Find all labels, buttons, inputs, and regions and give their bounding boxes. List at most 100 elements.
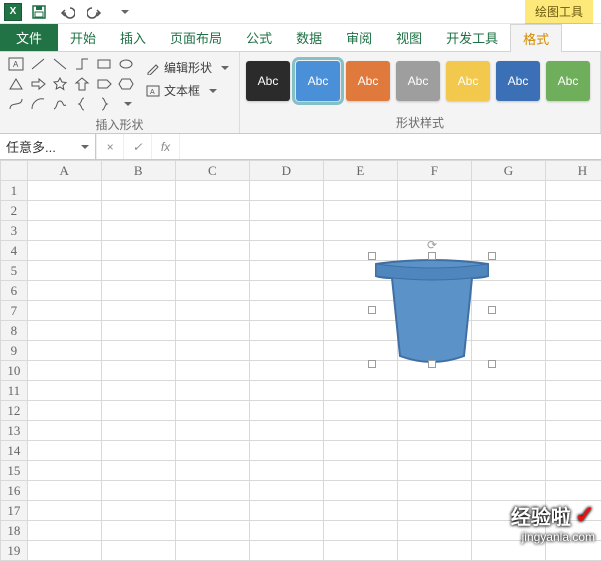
cell[interactable]	[545, 201, 601, 221]
style-swatch-4[interactable]: Abc	[396, 61, 440, 101]
cell[interactable]	[397, 461, 471, 481]
cell[interactable]	[249, 461, 323, 481]
shape-star-icon[interactable]	[50, 75, 70, 93]
tab-formulas[interactable]: 公式	[234, 24, 284, 51]
cell[interactable]	[27, 381, 101, 401]
cell[interactable]	[545, 381, 601, 401]
row-header[interactable]: 17	[1, 501, 28, 521]
cell[interactable]	[249, 261, 323, 281]
cell[interactable]	[323, 201, 397, 221]
cell[interactable]	[101, 241, 175, 261]
cell[interactable]	[397, 521, 471, 541]
cell[interactable]	[545, 301, 601, 321]
shape-arrow-right-icon[interactable]	[28, 75, 48, 93]
row-header[interactable]: 1	[1, 181, 28, 201]
cell[interactable]	[471, 201, 545, 221]
cell[interactable]	[27, 441, 101, 461]
cell[interactable]	[471, 221, 545, 241]
cell[interactable]	[397, 481, 471, 501]
tab-developer[interactable]: 开发工具	[434, 24, 510, 51]
fx-button[interactable]: fx	[152, 134, 180, 159]
cell[interactable]	[323, 461, 397, 481]
tab-insert[interactable]: 插入	[108, 24, 158, 51]
cell[interactable]	[249, 201, 323, 221]
shape-lbrace-icon[interactable]	[72, 95, 92, 113]
style-swatch-2[interactable]: Abc	[296, 61, 340, 101]
cell[interactable]	[101, 381, 175, 401]
tab-review[interactable]: 审阅	[334, 24, 384, 51]
row-header[interactable]: 12	[1, 401, 28, 421]
cell[interactable]	[27, 221, 101, 241]
col-D[interactable]: D	[249, 161, 323, 181]
cell[interactable]	[397, 381, 471, 401]
cell[interactable]	[471, 481, 545, 501]
cell[interactable]	[101, 181, 175, 201]
cell[interactable]	[27, 321, 101, 341]
cell[interactable]	[175, 401, 249, 421]
resize-handle-bl[interactable]	[368, 360, 376, 368]
shape-gallery[interactable]: A	[6, 55, 136, 113]
cell[interactable]	[471, 421, 545, 441]
cell[interactable]	[397, 541, 471, 561]
cell[interactable]	[175, 201, 249, 221]
style-swatch-6[interactable]: Abc	[496, 61, 540, 101]
cell[interactable]	[397, 181, 471, 201]
cell[interactable]	[175, 461, 249, 481]
cell[interactable]	[323, 501, 397, 521]
cell[interactable]	[101, 361, 175, 381]
row-header[interactable]: 19	[1, 541, 28, 561]
cell[interactable]	[471, 461, 545, 481]
col-C[interactable]: C	[175, 161, 249, 181]
row-header[interactable]: 11	[1, 381, 28, 401]
select-all-corner[interactable]	[1, 161, 28, 181]
cell[interactable]	[397, 201, 471, 221]
cell[interactable]	[397, 401, 471, 421]
tab-home[interactable]: 开始	[58, 24, 108, 51]
cell[interactable]	[101, 541, 175, 561]
cell[interactable]	[545, 361, 601, 381]
resize-handle-bm[interactable]	[428, 360, 436, 368]
row-header[interactable]: 8	[1, 321, 28, 341]
cell[interactable]	[175, 521, 249, 541]
cell[interactable]	[27, 461, 101, 481]
cell[interactable]	[101, 441, 175, 461]
cell[interactable]	[101, 221, 175, 241]
cell[interactable]	[27, 281, 101, 301]
cell[interactable]	[175, 421, 249, 441]
cell[interactable]	[175, 221, 249, 241]
cell[interactable]	[101, 261, 175, 281]
cell[interactable]	[323, 481, 397, 501]
shape-oval-icon[interactable]	[116, 55, 136, 73]
cell[interactable]	[471, 401, 545, 421]
cell[interactable]	[249, 341, 323, 361]
shape-elbow-icon[interactable]	[72, 55, 92, 73]
cell[interactable]	[27, 201, 101, 221]
cell[interactable]	[249, 301, 323, 321]
cell[interactable]	[175, 481, 249, 501]
cell[interactable]	[249, 481, 323, 501]
cell[interactable]	[249, 541, 323, 561]
cell[interactable]	[545, 261, 601, 281]
text-box-button[interactable]: A 文本框	[142, 80, 233, 101]
style-swatch-7[interactable]: Abc	[546, 61, 590, 101]
cell[interactable]	[175, 381, 249, 401]
formula-confirm-button[interactable]: ✓	[124, 134, 152, 159]
selected-shape[interactable]: ⟳	[372, 256, 492, 364]
shape-line2-icon[interactable]	[50, 55, 70, 73]
shape-freeform-icon[interactable]	[50, 95, 70, 113]
cell[interactable]	[545, 241, 601, 261]
resize-handle-br[interactable]	[488, 360, 496, 368]
cell[interactable]	[471, 381, 545, 401]
resize-handle-ml[interactable]	[368, 306, 376, 314]
cell[interactable]	[249, 281, 323, 301]
col-A[interactable]: A	[27, 161, 101, 181]
cell[interactable]	[323, 541, 397, 561]
cell[interactable]	[545, 481, 601, 501]
cell[interactable]	[27, 501, 101, 521]
cell[interactable]	[27, 401, 101, 421]
col-E[interactable]: E	[323, 161, 397, 181]
cell[interactable]	[323, 221, 397, 241]
cell[interactable]	[249, 241, 323, 261]
row-header[interactable]: 4	[1, 241, 28, 261]
cell[interactable]	[101, 481, 175, 501]
